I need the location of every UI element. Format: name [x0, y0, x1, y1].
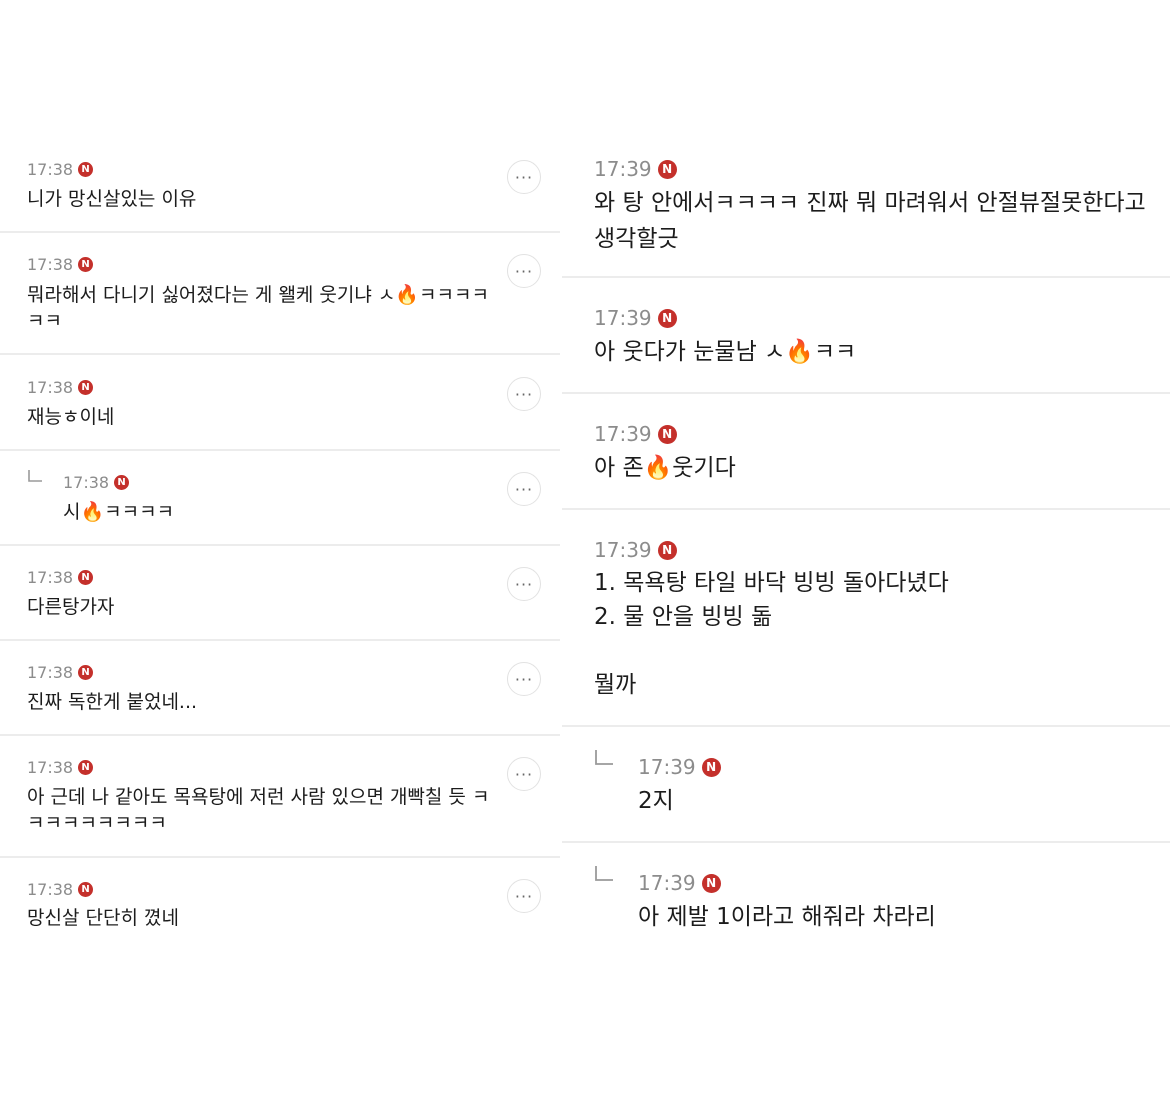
- more-options-icon[interactable]: ···: [507, 160, 541, 194]
- comment-item: 17:39 N 아 웃다가 눈물남 ㅅ🔥ㅋㅋ: [562, 294, 1170, 392]
- comment-text: 아 제발 1이라고 해줘라 차라리: [638, 904, 936, 930]
- n-badge-icon: N: [114, 475, 130, 490]
- more-options-icon[interactable]: ···: [507, 879, 541, 913]
- n-badge-icon: N: [78, 882, 94, 897]
- comment-meta: 17:38 N: [27, 378, 94, 397]
- comment-text: 아 존🔥웃기다: [594, 455, 736, 481]
- comment-meta: 17:39 N: [594, 538, 677, 562]
- separator: [0, 856, 560, 858]
- separator: [0, 449, 560, 451]
- separator: [0, 734, 560, 736]
- separator: [0, 544, 560, 546]
- comment-item: 17:38 N 진짜 독한게 붙었네... ···: [0, 653, 560, 735]
- comment-time: 17:39: [594, 538, 652, 562]
- more-options-icon[interactable]: ···: [507, 567, 541, 601]
- separator: [0, 231, 560, 233]
- more-options-icon[interactable]: ···: [507, 757, 541, 791]
- comment-time: 17:38: [27, 378, 74, 397]
- comment-text: 니가 망신살있는 이유: [27, 188, 197, 210]
- more-options-icon[interactable]: ···: [507, 254, 541, 288]
- comment-text: 진짜 독한게 붙었네...: [27, 691, 198, 713]
- comment-item: 17:39 N 와 탕 안에서ㅋㅋㅋㅋ 진짜 뭐 마려워서 안절뷰절못한다고 생…: [562, 145, 1170, 278]
- comment-time: 17:39: [638, 755, 696, 779]
- comment-meta: 17:39 N: [594, 157, 677, 181]
- comment-text: 재능ㅎ이네: [27, 406, 115, 428]
- comment-time: 17:38: [27, 758, 74, 777]
- more-options-icon[interactable]: ···: [507, 377, 541, 411]
- comment-meta: 17:38 N: [63, 473, 130, 492]
- separator: [562, 392, 1170, 394]
- more-options-icon[interactable]: ···: [507, 662, 541, 696]
- comment-meta: 17:38 N: [27, 663, 94, 682]
- comment-meta: 17:38 N: [27, 568, 94, 587]
- n-badge-icon: N: [657, 159, 677, 179]
- comment-time: 17:39: [638, 871, 696, 895]
- comment-item: 17:38 N 니가 망신살있는 이유 ···: [0, 150, 560, 232]
- reply-item: 17:38 N 시🔥ㅋㅋㅋㅋ ···: [0, 463, 560, 545]
- comment-time: 17:38: [27, 663, 74, 682]
- n-badge-icon: N: [78, 162, 94, 177]
- comment-time: 17:39: [594, 306, 652, 330]
- comment-text: 1. 목욕탕 타일 바닥 빙빙 돌아다녔다 2. 물 안을 빙빙 돎 뭘까: [594, 570, 949, 698]
- comment-item: 17:38 N 다른탕가자 ···: [0, 558, 560, 640]
- comment-text: 망신살 단단히 꼈네: [27, 907, 179, 929]
- comment-item: 17:38 N 아 근데 나 같아도 목욕탕에 저런 사람 있으면 개빡칠 듯 …: [0, 748, 560, 858]
- n-badge-icon: N: [657, 540, 677, 560]
- comment-meta: 17:38 N: [27, 758, 94, 777]
- n-badge-icon: N: [657, 308, 677, 328]
- separator: [562, 508, 1170, 510]
- comment-text: 2지: [638, 788, 674, 814]
- n-badge-icon: N: [78, 760, 94, 775]
- more-options-icon[interactable]: ···: [507, 472, 541, 506]
- comment-meta: 17:38 N: [27, 160, 94, 179]
- comment-text: 아 근데 나 같아도 목욕탕에 저런 사람 있으면 개빡칠 듯 ㅋ ㅋㅋㅋㅋㅋㅋ…: [27, 786, 490, 834]
- n-badge-icon: N: [78, 257, 94, 272]
- comment-meta: 17:39 N: [638, 755, 721, 779]
- separator: [562, 841, 1170, 843]
- comment-text: 와 탕 안에서ㅋㅋㅋㅋ 진짜 뭐 마려워서 안절뷰절못한다고 생각할긋: [594, 190, 1146, 252]
- separator: [0, 639, 560, 641]
- n-badge-icon: N: [78, 570, 94, 585]
- comment-time: 17:38: [27, 255, 74, 274]
- comment-time: 17:38: [27, 160, 74, 179]
- comment-time: 17:38: [63, 473, 110, 492]
- comment-time: 17:38: [27, 880, 74, 899]
- separator: [0, 353, 560, 355]
- comment-text: 시🔥ㅋㅋㅋㅋ: [63, 501, 175, 523]
- reply-arrow-icon: [594, 749, 614, 769]
- comment-meta: 17:38 N: [27, 255, 94, 274]
- n-badge-icon: N: [701, 757, 721, 777]
- n-badge-icon: N: [657, 424, 677, 444]
- comment-meta: 17:39 N: [594, 306, 677, 330]
- comment-text: 아 웃다가 눈물남 ㅅ🔥ㅋㅋ: [594, 339, 857, 365]
- separator: [562, 725, 1170, 727]
- separator: [562, 276, 1170, 278]
- comment-meta: 17:38 N: [27, 880, 94, 899]
- comment-item: 17:39 N 1. 목욕탕 타일 바닥 빙빙 돌아다녔다 2. 물 안을 빙빙…: [562, 526, 1170, 726]
- comment-meta: 17:39 N: [638, 871, 721, 895]
- comment-item: 17:38 N 재능ㅎ이네 ···: [0, 368, 560, 450]
- reply-item: 17:39 N 아 제발 1이라고 해줘라 차라리: [562, 859, 1170, 957]
- n-badge-icon: N: [78, 380, 94, 395]
- n-badge-icon: N: [701, 873, 721, 893]
- comment-time: 17:38: [27, 568, 74, 587]
- comment-text: 다른탕가자: [27, 596, 115, 618]
- n-badge-icon: N: [78, 665, 94, 680]
- comment-time: 17:39: [594, 157, 652, 181]
- reply-arrow-icon: [27, 469, 43, 485]
- comment-item: 17:38 N 망신살 단단히 꼈네 ···: [0, 870, 560, 952]
- comment-item: 17:38 N 뭐라해서 다니기 싫어졌다는 게 왤케 웃기냐 ㅅ🔥ㅋㅋㅋㅋ ㅋ…: [0, 245, 560, 355]
- reply-item: 17:39 N 2지: [562, 743, 1170, 841]
- comment-item: 17:39 N 아 존🔥웃기다: [562, 410, 1170, 508]
- comment-meta: 17:39 N: [594, 422, 677, 446]
- comment-time: 17:39: [594, 422, 652, 446]
- comment-text: 뭐라해서 다니기 싫어졌다는 게 왤케 웃기냐 ㅅ🔥ㅋㅋㅋㅋ ㅋㅋ: [27, 284, 489, 332]
- reply-arrow-icon: [594, 865, 614, 885]
